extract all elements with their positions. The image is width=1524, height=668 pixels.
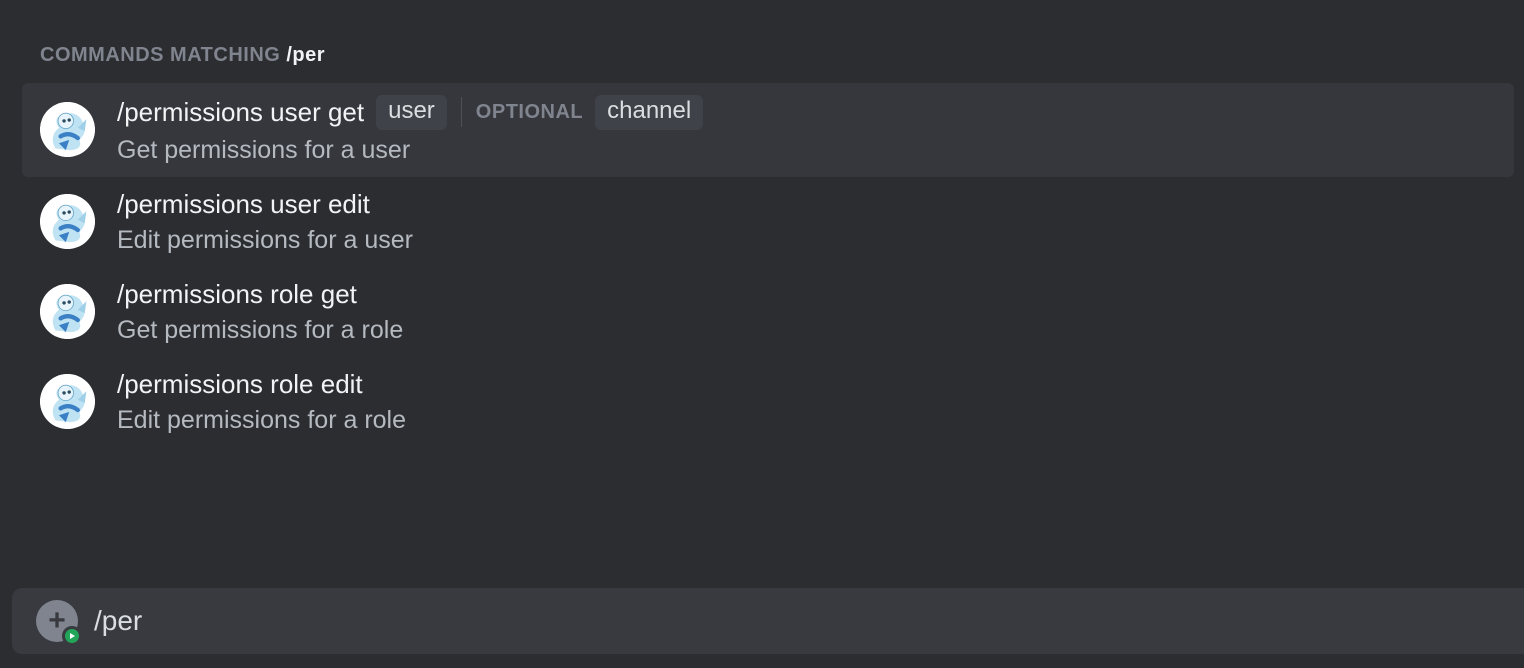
command-option[interactable]: /permissions role edit Edit permissions f… [22, 357, 1514, 447]
bot-avatar-icon [40, 284, 95, 339]
attach-button[interactable]: + [36, 600, 78, 642]
message-input-bar: + /per [12, 588, 1524, 654]
command-description: Edit permissions for a role [117, 406, 406, 435]
bot-avatar-icon [40, 102, 95, 157]
command-list: /permissions user get user OPTIONAL channel… [12, 83, 1524, 447]
command-signature: /permissions role edit [117, 369, 406, 400]
optional-label: OPTIONAL [476, 101, 583, 124]
command-signature: /permissions user get user OPTIONAL channel [117, 95, 703, 130]
app-launcher-badge-icon [62, 626, 82, 646]
command-option[interactable]: /permissions role get Get permissions for… [22, 267, 1514, 357]
param-divider [461, 97, 462, 127]
popover-header: COMMANDS MATCHING /per [12, 24, 1524, 83]
bot-avatar-icon [40, 374, 95, 429]
header-query: /per [286, 44, 325, 67]
command-body: /permissions role edit Edit permissions f… [117, 369, 406, 435]
bot-avatar-icon [40, 194, 95, 249]
command-body: /permissions user edit Edit permissions f… [117, 189, 413, 255]
command-param-required: user [376, 95, 447, 130]
command-signature: /permissions role get [117, 279, 403, 310]
message-input[interactable]: /per [94, 605, 1500, 637]
command-signature: /permissions user edit [117, 189, 413, 220]
command-body: /permissions user get user OPTIONAL channel… [117, 95, 703, 165]
command-description: Edit permissions for a user [117, 226, 413, 255]
command-option[interactable]: /permissions user edit Edit permissions f… [22, 177, 1514, 267]
header-label: COMMANDS MATCHING [40, 44, 280, 67]
command-description: Get permissions for a role [117, 316, 403, 345]
command-name: /permissions user edit [117, 189, 370, 220]
command-name: /permissions role edit [117, 369, 363, 400]
command-autocomplete-popover: COMMANDS MATCHING /per /permissions user… [12, 24, 1524, 459]
command-param-optional: channel [595, 95, 703, 130]
command-body: /permissions role get Get permissions for… [117, 279, 403, 345]
command-name: /permissions role get [117, 279, 357, 310]
command-option[interactable]: /permissions user get user OPTIONAL channel… [22, 83, 1514, 177]
command-name: /permissions user get [117, 97, 364, 128]
command-description: Get permissions for a user [117, 136, 703, 165]
